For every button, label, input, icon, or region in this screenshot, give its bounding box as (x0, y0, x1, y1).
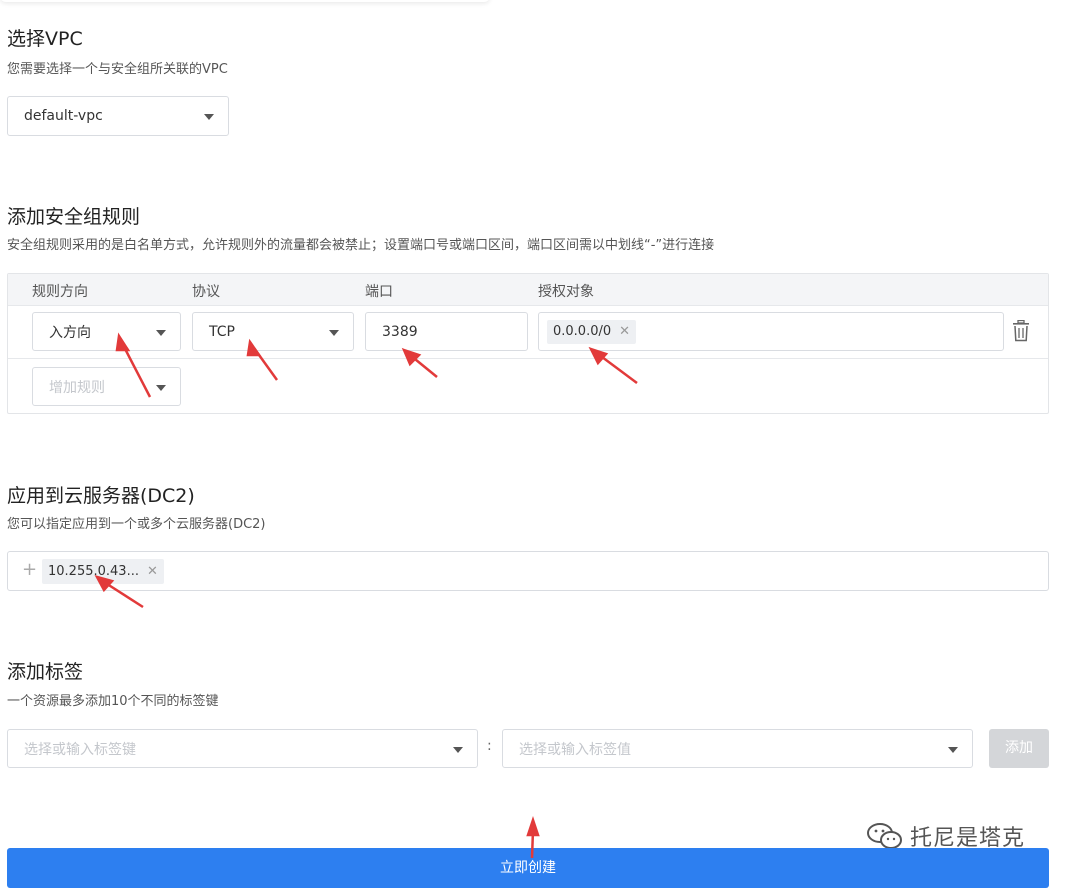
chevron-down-icon (329, 329, 339, 336)
vpc-section-title: 选择VPC (7, 28, 83, 50)
tags-section-title: 添加标签 (7, 661, 84, 683)
chevron-down-icon (948, 746, 958, 753)
plus-icon[interactable]: + (22, 559, 37, 580)
port-input[interactable]: 3389 (365, 312, 528, 351)
auth-object-tag: 0.0.0.0/0 ✕ (547, 320, 637, 344)
trash-icon-graphic (1013, 319, 1029, 342)
header-protocol: 协议 (192, 284, 220, 300)
vpc-section-desc: 您需要选择一个与安全组所关联的VPC (7, 62, 228, 77)
protocol-value: TCP (209, 323, 235, 340)
add-rule-placeholder: 增加规则 (49, 379, 105, 396)
close-icon[interactable]: ✕ (619, 324, 630, 339)
create-button[interactable]: 立即创建 (7, 848, 1049, 888)
add-rule-select[interactable]: 增加规则 (32, 367, 181, 406)
chevron-down-icon (156, 329, 166, 336)
header-auth-object: 授权对象 (538, 284, 594, 300)
tag-separator: : (487, 738, 492, 754)
servers-section-title: 应用到云服务器(DC2) (7, 485, 195, 507)
annotation-arrowhead (526, 816, 540, 837)
tag-value-placeholder: 选择或输入标签值 (519, 741, 631, 758)
trash-icon[interactable] (1012, 319, 1030, 342)
rules-section-desc: 安全组规则采用的是白名单方式，允许规则外的流量都会被禁止；设置端口号或端口区间，… (7, 238, 715, 253)
add-tag-button[interactable]: 添加 (989, 729, 1049, 768)
chevron-down-icon (156, 384, 166, 391)
server-tag: 10.255.0.43... ✕ (42, 559, 164, 584)
vpc-select-value: default-vpc (24, 108, 103, 124)
server-tag-label: 10.255.0.43... (48, 564, 139, 579)
server-select[interactable]: + 10.255.0.43... ✕ (7, 551, 1049, 591)
header-direction: 规则方向 (32, 284, 88, 300)
close-icon[interactable]: ✕ (147, 564, 158, 579)
direction-value: 入方向 (49, 324, 91, 341)
rules-separator (8, 358, 1048, 359)
tag-key-placeholder: 选择或输入标签键 (24, 741, 136, 758)
top-panel-edge (0, 0, 490, 2)
chevron-down-icon (204, 114, 214, 120)
tag-key-select[interactable]: 选择或输入标签键 (7, 729, 478, 768)
vpc-select[interactable]: default-vpc (7, 96, 229, 136)
auth-object-tag-label: 0.0.0.0/0 (553, 324, 612, 339)
tag-value-select[interactable]: 选择或输入标签值 (502, 729, 973, 768)
port-value: 3389 (382, 323, 418, 340)
tags-section-desc: 一个资源最多添加10个不同的标签键 (7, 694, 219, 709)
header-port: 端口 (365, 284, 393, 300)
rules-table-header (8, 274, 1048, 306)
rules-section-title: 添加安全组规则 (7, 206, 141, 228)
chevron-down-icon (453, 746, 463, 753)
servers-section-desc: 您可以指定应用到一个或多个云服务器(DC2) (7, 517, 266, 532)
auth-object-input[interactable]: 0.0.0.0/0 ✕ (538, 312, 1004, 351)
protocol-select[interactable]: TCP (192, 312, 354, 351)
direction-select[interactable]: 入方向 (32, 312, 181, 351)
